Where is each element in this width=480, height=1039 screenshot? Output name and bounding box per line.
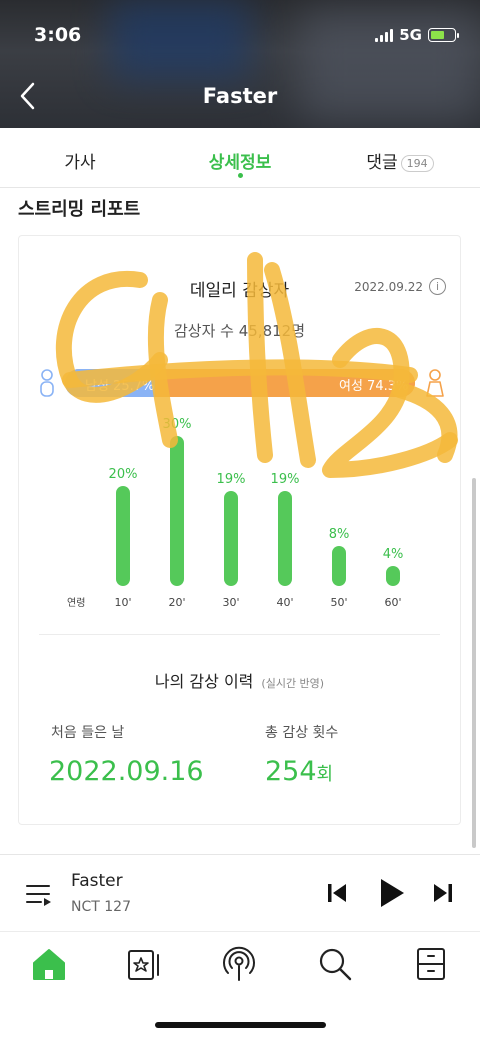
- play-count-label: 총 감상 횟수: [265, 725, 339, 741]
- report-date: 2022.09.22 i: [354, 278, 446, 295]
- male-ratio-label: 남성 25.7%: [85, 379, 155, 394]
- network-label: 5G: [399, 26, 422, 44]
- age-distribution-chart: 연령 20% 10' 30% 20' 19% 30' 19% 40' 8% 50' 4% 60': [19, 417, 462, 616]
- male-icon: [40, 369, 54, 397]
- age-bar-label: 40': [276, 596, 294, 609]
- library-icon[interactable]: [411, 944, 451, 984]
- age-bar: [332, 546, 346, 586]
- status-time: 3:06: [34, 24, 82, 46]
- tab-lyrics-label: 가사: [64, 153, 96, 173]
- detail-tabs: 가사 상세정보 댓글 194: [0, 128, 480, 188]
- battery-icon: [428, 28, 459, 42]
- history-title: 나의 감상 이력 (실시간 반영): [19, 668, 460, 692]
- history-note: (실시간 반영): [261, 677, 325, 690]
- first-listen-label: 처음 들은 날: [51, 725, 125, 741]
- age-bar-label: 60': [384, 596, 402, 609]
- active-tab-dot: [238, 173, 243, 178]
- age-bar-column: 4% 60': [373, 426, 413, 616]
- section-title: 스트리밍 리포트: [18, 199, 141, 220]
- age-bar: [278, 491, 292, 586]
- scrollbar[interactable]: [472, 478, 476, 848]
- age-bar-value: 20%: [108, 467, 138, 482]
- age-bar-label: 50': [330, 596, 348, 609]
- play-count-number: 254: [265, 756, 317, 787]
- first-listen-value: 2022.09.16: [49, 756, 204, 787]
- podcast-icon[interactable]: [219, 944, 259, 984]
- age-bar-column: 20% 10': [103, 426, 143, 616]
- home-indicator[interactable]: [155, 1022, 326, 1028]
- song-header: 3:06 5G Faster: [0, 0, 480, 128]
- age-bar-label: 30': [222, 596, 240, 609]
- tab-details-label: 상세정보: [208, 153, 272, 173]
- listener-count: 감상자 수 45,812명: [173, 322, 306, 340]
- next-icon[interactable]: [432, 877, 454, 909]
- report-date-text: 2022.09.22: [354, 279, 423, 294]
- player-song-title: Faster: [71, 871, 123, 891]
- female-ratio-label: 여성 74.3%: [339, 379, 409, 394]
- tab-lyrics[interactable]: 가사: [0, 128, 160, 187]
- age-bar-column: 30% 20': [157, 417, 197, 616]
- my-music-icon[interactable]: [124, 944, 164, 984]
- album-art-blur: [110, 0, 250, 80]
- age-bar-value: 4%: [382, 547, 404, 562]
- age-bar-column: 8% 50': [319, 426, 359, 616]
- tab-comments-label: 댓글: [366, 153, 398, 173]
- age-bar: [386, 566, 400, 586]
- history-title-text: 나의 감상 이력: [154, 672, 254, 691]
- playlist-icon[interactable]: [25, 881, 53, 907]
- age-bar-column: 19% 30': [211, 426, 251, 616]
- play-count-value: 254회: [265, 756, 333, 787]
- age-bar-label: 20': [168, 596, 186, 609]
- page-title: Faster: [202, 84, 278, 108]
- play-count-unit: 회: [316, 764, 334, 785]
- age-bar-column: 19% 40': [265, 426, 305, 616]
- age-bar: [116, 486, 130, 586]
- info-icon[interactable]: i: [429, 278, 446, 295]
- age-axis-label: 연령: [67, 598, 86, 609]
- tab-comments[interactable]: 댓글 194: [320, 128, 480, 187]
- female-icon: [426, 369, 444, 397]
- previous-icon[interactable]: [326, 877, 348, 909]
- player-artist: NCT 127: [71, 899, 131, 915]
- age-bar: [170, 436, 184, 586]
- signal-icon: [375, 28, 394, 42]
- age-bar: [224, 491, 238, 586]
- age-bar-label: 10': [114, 596, 132, 609]
- streaming-report-card: 데일리 감상자 2022.09.22 i 감상자 수 45,812명 남성 25…: [18, 235, 461, 825]
- tab-details[interactable]: 상세정보: [160, 128, 320, 187]
- age-bar-value: 8%: [328, 527, 350, 542]
- divider: [39, 634, 440, 635]
- home-icon[interactable]: [29, 944, 69, 984]
- age-bar-value: 30%: [162, 417, 192, 432]
- mini-player[interactable]: Faster NCT 127: [0, 854, 480, 932]
- age-bar-value: 19%: [270, 472, 300, 487]
- comment-count-badge: 194: [400, 154, 434, 172]
- status-indicators: 5G: [375, 26, 459, 44]
- gender-ratio: 남성 25.7% 여성 74.3%: [39, 364, 444, 400]
- play-icon[interactable]: [378, 877, 406, 909]
- age-bar-value: 19%: [216, 472, 246, 487]
- search-icon[interactable]: [315, 944, 355, 984]
